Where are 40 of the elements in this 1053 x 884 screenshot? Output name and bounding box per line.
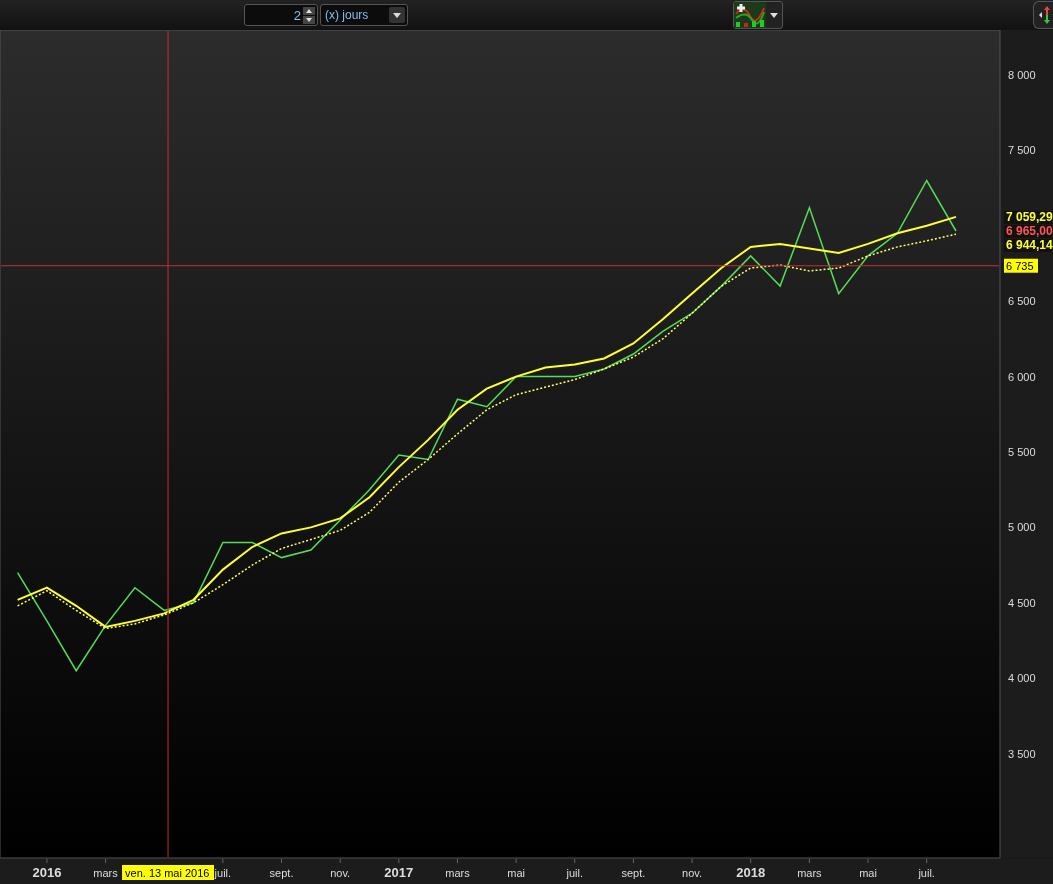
axis-label: 5 000 [1008, 521, 1036, 534]
axis-label: mai [507, 867, 525, 879]
axis-label: 3 500 [1008, 747, 1036, 760]
decrement-button[interactable] [303, 15, 315, 24]
axis-label: juil. [566, 867, 584, 879]
axis-label: 2018 [736, 865, 766, 880]
unit-value: (x) jours [325, 8, 369, 22]
date-marker: ven. 13 mai 2016 [122, 865, 215, 880]
axis-label: sept. [621, 867, 646, 879]
indicator-chart-icon [734, 2, 766, 28]
axis-label: 8 000 [1008, 68, 1036, 81]
period-field[interactable]: 2 [244, 4, 318, 26]
axis-label: nov. [330, 867, 351, 879]
ref-line-label: 6 735 [1006, 259, 1034, 272]
x-tick-label: ven. 13 mai 2016 [125, 867, 210, 879]
axis-label: 2017 [384, 865, 414, 880]
axis-label: juil. [214, 867, 232, 879]
axis-label: sept. [269, 867, 294, 879]
axis-label: 4 500 [1008, 596, 1036, 609]
increment-button[interactable] [303, 6, 315, 15]
axis-label: mai [859, 867, 877, 879]
axis-label: 2016 [32, 865, 62, 880]
axis-label: 7 500 [1008, 144, 1036, 157]
caret-icon [770, 12, 778, 18]
period-value: 2 [293, 7, 301, 23]
axis-label: 4 000 [1008, 672, 1036, 685]
axis-label: 6 500 [1008, 295, 1036, 308]
axis-label: mars [93, 867, 118, 879]
axis-label: mars [445, 867, 470, 879]
up-icon [306, 8, 312, 13]
caret-icon [393, 12, 401, 18]
indicator-button[interactable] [733, 1, 783, 29]
down-icon [306, 17, 312, 22]
unit-dropdown[interactable]: (x) jours [320, 4, 408, 26]
axis-label: mars [797, 867, 822, 879]
axis-label: 6 000 [1008, 370, 1036, 383]
axis-label: juil. [918, 867, 935, 879]
axis-label: nov. [682, 867, 703, 879]
side-panel-button[interactable] [1033, 1, 1053, 29]
axis-label: 5 500 [1008, 446, 1036, 458]
